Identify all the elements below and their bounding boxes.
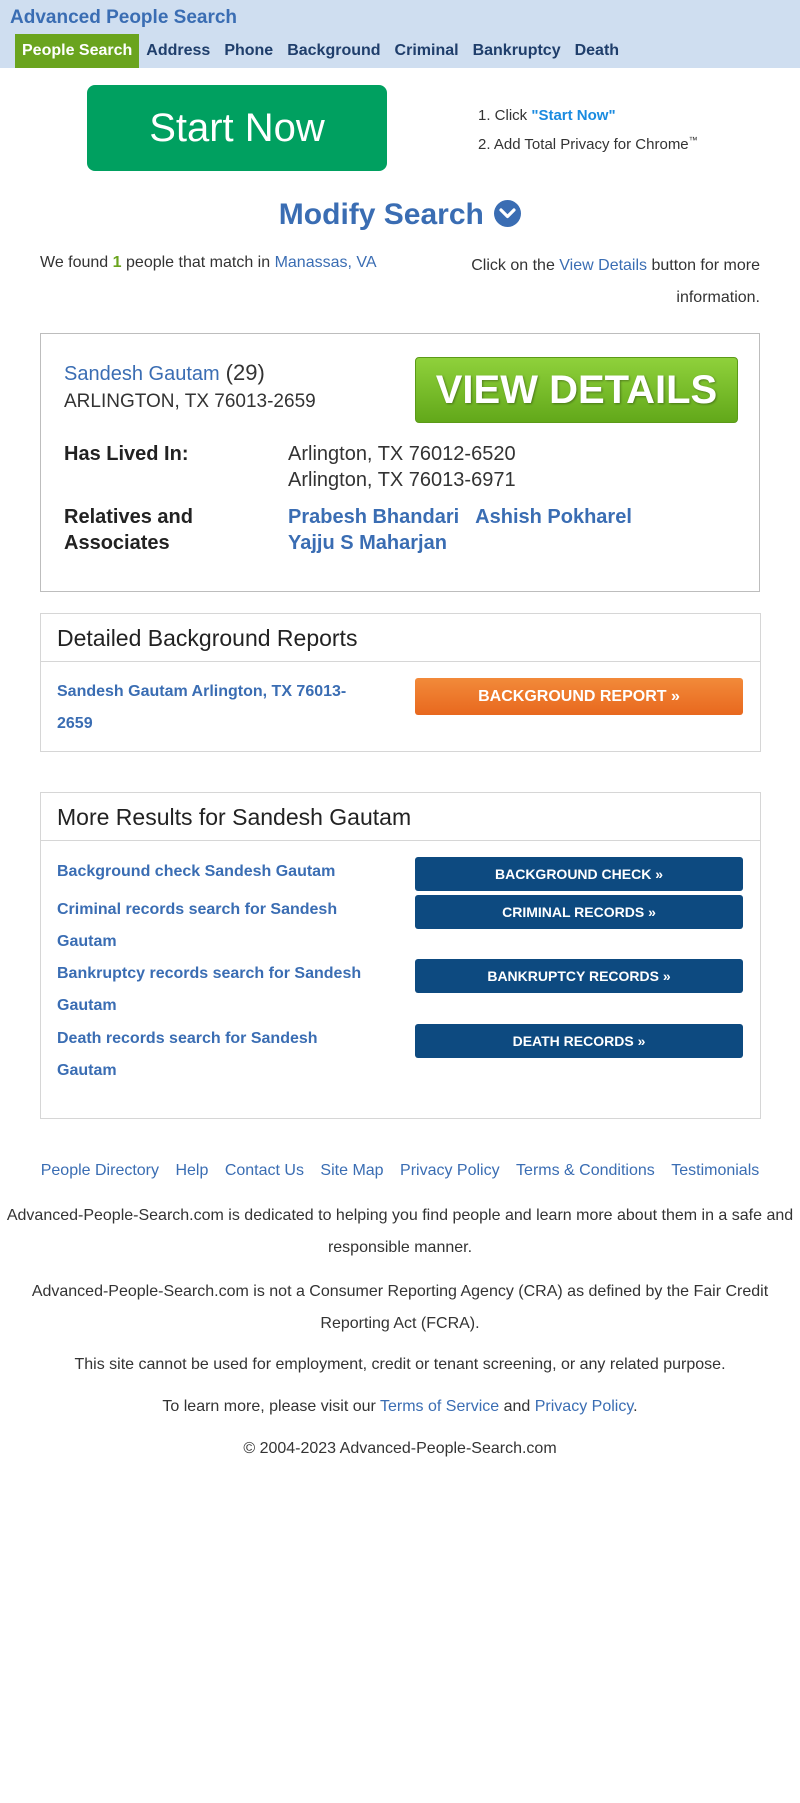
privacy-policy-link[interactable]: Privacy Policy	[535, 1398, 633, 1415]
site-title-link[interactable]: Advanced People Search	[10, 7, 237, 29]
criminal-records-button[interactable]: CRIMINAL RECORDS »	[415, 895, 743, 929]
criminal-records-link[interactable]: Criminal records search for Sandesh Gaut…	[57, 894, 362, 958]
death-records-link[interactable]: Death records search for Sandesh Gautam	[57, 1023, 362, 1087]
modify-search-toggle[interactable]: Modify Search	[0, 198, 800, 232]
footer-link-help[interactable]: Help	[175, 1162, 208, 1179]
relative-link[interactable]: Ashish Pokharel	[475, 504, 632, 530]
bankruptcy-records-link[interactable]: Bankruptcy records search for Sandesh Ga…	[57, 958, 362, 1022]
lived-in-list: Arlington, TX 76012-6520 Arlington, TX 7…	[288, 441, 516, 493]
nav-people-search[interactable]: People Search	[15, 34, 140, 68]
person-address: ARLINGTON, TX 76013-2659	[64, 391, 316, 412]
person-name-link[interactable]: Sandesh Gautam	[64, 363, 220, 385]
person-name-line: Sandesh Gautam (29)	[64, 360, 265, 386]
background-check-button[interactable]: BACKGROUND CHECK »	[415, 857, 743, 891]
nav-criminal[interactable]: Criminal	[388, 34, 466, 68]
footer-copyright: © 2004-2023 Advanced-People-Search.com	[243, 1440, 557, 1457]
chevron-down-icon	[494, 199, 522, 227]
footer-disclaimer-1: Advanced-People-Search.com is dedicated …	[6, 1207, 794, 1256]
promo-step-1: 1. Click "Start Now"	[478, 107, 616, 124]
footer-link-people-directory[interactable]: People Directory	[41, 1162, 159, 1179]
promo-steps: 1. Click "Start Now" 2. Add Total Privac…	[478, 104, 698, 157]
terms-of-service-link[interactable]: Terms of Service	[380, 1398, 499, 1415]
nav-phone[interactable]: Phone	[217, 34, 280, 68]
bankruptcy-records-button[interactable]: BANKRUPTCY RECORDS »	[415, 959, 743, 993]
relative-link[interactable]: Yajju S Maharjan	[288, 530, 447, 556]
view-details-button[interactable]: VIEW DETAILS	[415, 357, 738, 423]
background-report-link[interactable]: Sandesh Gautam Arlington, TX 76013-2659	[57, 676, 362, 740]
footer-link-terms[interactable]: Terms & Conditions	[516, 1162, 655, 1179]
footer-link-site-map[interactable]: Site Map	[320, 1162, 383, 1179]
more-results-panel: More Results for Sandesh Gautam Backgrou…	[40, 792, 761, 1119]
relatives-label: Relatives and Associates	[64, 506, 193, 554]
nav-address[interactable]: Address	[139, 34, 217, 68]
footer-learn-more: To learn more, please visit our Terms of…	[162, 1398, 638, 1415]
nav-death[interactable]: Death	[568, 34, 626, 68]
footer-disclaimer-3: This site cannot be used for employment,…	[74, 1356, 726, 1373]
lived-in-item: Arlington, TX 76012-6520	[288, 443, 516, 465]
panel-title: More Results for Sandesh Gautam	[41, 793, 760, 841]
results-summary: We found 1 people that match in Manassas…	[40, 254, 377, 271]
panel-title: Detailed Background Reports	[41, 614, 760, 662]
promo-step-2: 2. Add Total Privacy for Chrome™	[478, 135, 698, 153]
nav-background[interactable]: Background	[280, 34, 387, 68]
location-link[interactable]: Manassas, VA	[275, 254, 377, 271]
view-details-hint: Click on the View Details button for mor…	[471, 257, 760, 306]
background-reports-panel: Detailed Background Reports Sandesh Gaut…	[40, 613, 761, 752]
main-nav: People Search Address Phone Background C…	[15, 34, 626, 68]
footer-links: People Directory Help Contact Us Site Ma…	[0, 1162, 800, 1180]
result-count: 1	[112, 254, 122, 271]
lived-in-label: Has Lived In:	[64, 443, 189, 465]
footer-link-privacy-policy[interactable]: Privacy Policy	[400, 1162, 500, 1179]
footer-link-contact-us[interactable]: Contact Us	[225, 1162, 304, 1179]
background-report-button[interactable]: BACKGROUND REPORT »	[415, 678, 743, 715]
death-records-button[interactable]: DEATH RECORDS »	[415, 1024, 743, 1058]
modify-search-label: Modify Search	[278, 198, 484, 231]
start-now-highlight: "Start Now"	[531, 107, 616, 124]
lived-in-item: Arlington, TX 76013-6971	[288, 469, 516, 491]
person-age: (29)	[225, 360, 265, 385]
site-header: Advanced People Search People Search Add…	[0, 0, 800, 68]
view-details-link[interactable]: View Details	[559, 257, 647, 274]
nav-bankruptcy[interactable]: Bankruptcy	[466, 34, 568, 68]
start-now-button[interactable]: Start Now	[87, 85, 387, 171]
background-check-link[interactable]: Background check Sandesh Gautam	[57, 856, 362, 888]
relatives-list: Prabesh Bhandari Ashish Pokharel Yajju S …	[288, 504, 728, 556]
footer-link-testimonials[interactable]: Testimonials	[671, 1162, 759, 1179]
person-result-card: Sandesh Gautam (29) ARLINGTON, TX 76013-2…	[40, 333, 760, 592]
relative-link[interactable]: Prabesh Bhandari	[288, 504, 459, 530]
footer-disclaimer-2: Advanced-People-Search.com is not a Cons…	[31, 1283, 769, 1332]
